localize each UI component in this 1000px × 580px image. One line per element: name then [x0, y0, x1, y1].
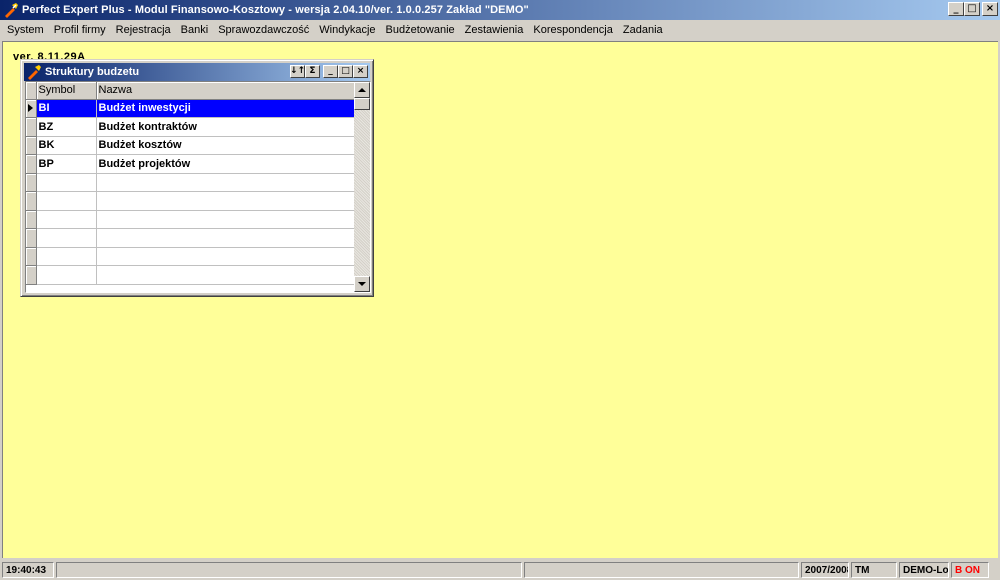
table-header-row: Symbol Nazwa — [26, 82, 355, 100]
sum-button[interactable]: Σ — [305, 65, 320, 78]
menu-zestawienia[interactable]: Zestawienia — [460, 24, 529, 36]
budget-structures-window: Struktury budzetu ↓↑ Σ _ □ × Symbol Nazw… — [20, 59, 374, 297]
sort-button[interactable]: ↓↑ — [290, 65, 305, 78]
cell-name[interactable]: Budżet kontraktów — [96, 117, 355, 137]
child-window-icon — [26, 64, 42, 80]
child-maximize-button[interactable]: □ — [338, 65, 353, 78]
window-title: Perfect Expert Plus - Modul Finansowo-Ko… — [22, 4, 529, 16]
empty-cell[interactable] — [96, 173, 355, 192]
empty-table-row[interactable] — [26, 210, 355, 229]
row-indicator — [26, 210, 37, 229]
table-row[interactable]: BP Budżet projektów — [26, 154, 355, 174]
child-window-controls: ↓↑ Σ _ □ × — [290, 65, 368, 78]
child-minimize-button[interactable]: _ — [323, 65, 338, 78]
child-window-title: Struktury budzetu — [45, 66, 140, 78]
app-logo-icon — [3, 2, 19, 18]
table-row[interactable]: BK Budżet kosztów — [26, 136, 355, 155]
status-year: 2007/2008 — [801, 562, 849, 578]
row-indicator — [26, 154, 37, 174]
empty-cell[interactable] — [96, 247, 355, 266]
current-row-arrow-icon — [28, 104, 33, 113]
column-header-symbol[interactable]: Symbol — [36, 82, 97, 100]
menu-windykacje[interactable]: Windykacje — [314, 24, 380, 36]
table-row[interactable]: BI Budżet inwestycji — [26, 99, 355, 118]
row-indicator — [26, 191, 37, 211]
table-row[interactable]: BZ Budżet kontraktów — [26, 117, 355, 137]
scroll-down-button[interactable] — [354, 276, 370, 292]
row-indicator — [26, 173, 37, 192]
empty-table-row[interactable] — [26, 173, 355, 192]
window-controls: _ □ × — [948, 2, 998, 16]
cell-symbol[interactable]: BI — [36, 99, 97, 118]
menu-banki[interactable]: Banki — [176, 24, 214, 36]
menu-system[interactable]: System — [2, 24, 49, 36]
empty-table-row[interactable] — [26, 265, 355, 285]
empty-table-row[interactable] — [26, 191, 355, 211]
cell-name[interactable]: Budżet projektów — [96, 154, 355, 174]
vertical-scrollbar[interactable] — [354, 82, 370, 292]
budget-grid: Symbol Nazwa BI Budżet inwestycji BZ Bud… — [25, 81, 371, 293]
cell-name[interactable]: Budżet inwestycji — [96, 99, 355, 118]
app-titlebar: Perfect Expert Plus - Modul Finansowo-Ko… — [0, 0, 1000, 20]
empty-cell[interactable] — [96, 265, 355, 285]
arrow-up-icon — [358, 88, 366, 92]
empty-cell[interactable] — [36, 191, 97, 211]
menu-sprawozdawczosc[interactable]: Sprawozdawczość — [213, 24, 314, 36]
empty-cell[interactable] — [36, 265, 97, 285]
child-titlebar: Struktury budzetu ↓↑ Σ _ □ × — [24, 63, 370, 81]
cell-symbol[interactable]: BP — [36, 154, 97, 174]
cell-symbol[interactable]: BK — [36, 136, 97, 155]
menu-bar: System Profil firmy Rejestracja Banki Sp… — [0, 20, 1000, 40]
row-indicator — [26, 228, 37, 248]
minimize-button[interactable]: _ — [948, 2, 964, 16]
child-close-button[interactable]: × — [353, 65, 368, 78]
status-panel-2 — [524, 562, 799, 578]
cell-symbol[interactable]: BZ — [36, 117, 97, 137]
header-indicator — [26, 82, 37, 100]
menu-budzetowanie[interactable]: Budżetowanie — [381, 24, 460, 36]
status-time: 19:40:43 — [2, 562, 54, 578]
menu-korespondencja[interactable]: Korespondencja — [528, 24, 618, 36]
status-user: TM — [851, 562, 897, 578]
menu-rejestracja[interactable]: Rejestracja — [111, 24, 176, 36]
row-indicator — [26, 247, 37, 266]
row-indicator — [26, 99, 37, 118]
status-mode: B ON — [951, 562, 989, 578]
scroll-thumb[interactable] — [354, 98, 370, 110]
row-indicator — [26, 265, 37, 285]
maximize-button[interactable]: □ — [964, 2, 980, 16]
empty-cell[interactable] — [36, 228, 97, 248]
arrow-down-icon — [358, 282, 366, 286]
empty-table-row[interactable] — [26, 228, 355, 248]
empty-cell[interactable] — [96, 191, 355, 211]
empty-cell[interactable] — [96, 228, 355, 248]
budget-table: Symbol Nazwa BI Budżet inwestycji BZ Bud… — [26, 82, 355, 285]
close-button[interactable]: × — [982, 2, 998, 16]
status-bar: 19:40:43 2007/2008 TM DEMO-Lo B ON — [0, 560, 1000, 580]
column-header-name[interactable]: Nazwa — [96, 82, 355, 100]
empty-cell[interactable] — [36, 173, 97, 192]
menu-profil-firmy[interactable]: Profil firmy — [49, 24, 111, 36]
row-indicator — [26, 117, 37, 137]
row-indicator — [26, 136, 37, 155]
menu-zadania[interactable]: Zadania — [618, 24, 668, 36]
status-db: DEMO-Lo — [899, 562, 949, 578]
scroll-up-button[interactable] — [354, 82, 370, 98]
status-panel-1 — [56, 562, 522, 578]
empty-table-row[interactable] — [26, 247, 355, 266]
cell-name[interactable]: Budżet kosztów — [96, 136, 355, 155]
empty-cell[interactable] — [36, 210, 97, 229]
empty-cell[interactable] — [96, 210, 355, 229]
empty-cell[interactable] — [36, 247, 97, 266]
